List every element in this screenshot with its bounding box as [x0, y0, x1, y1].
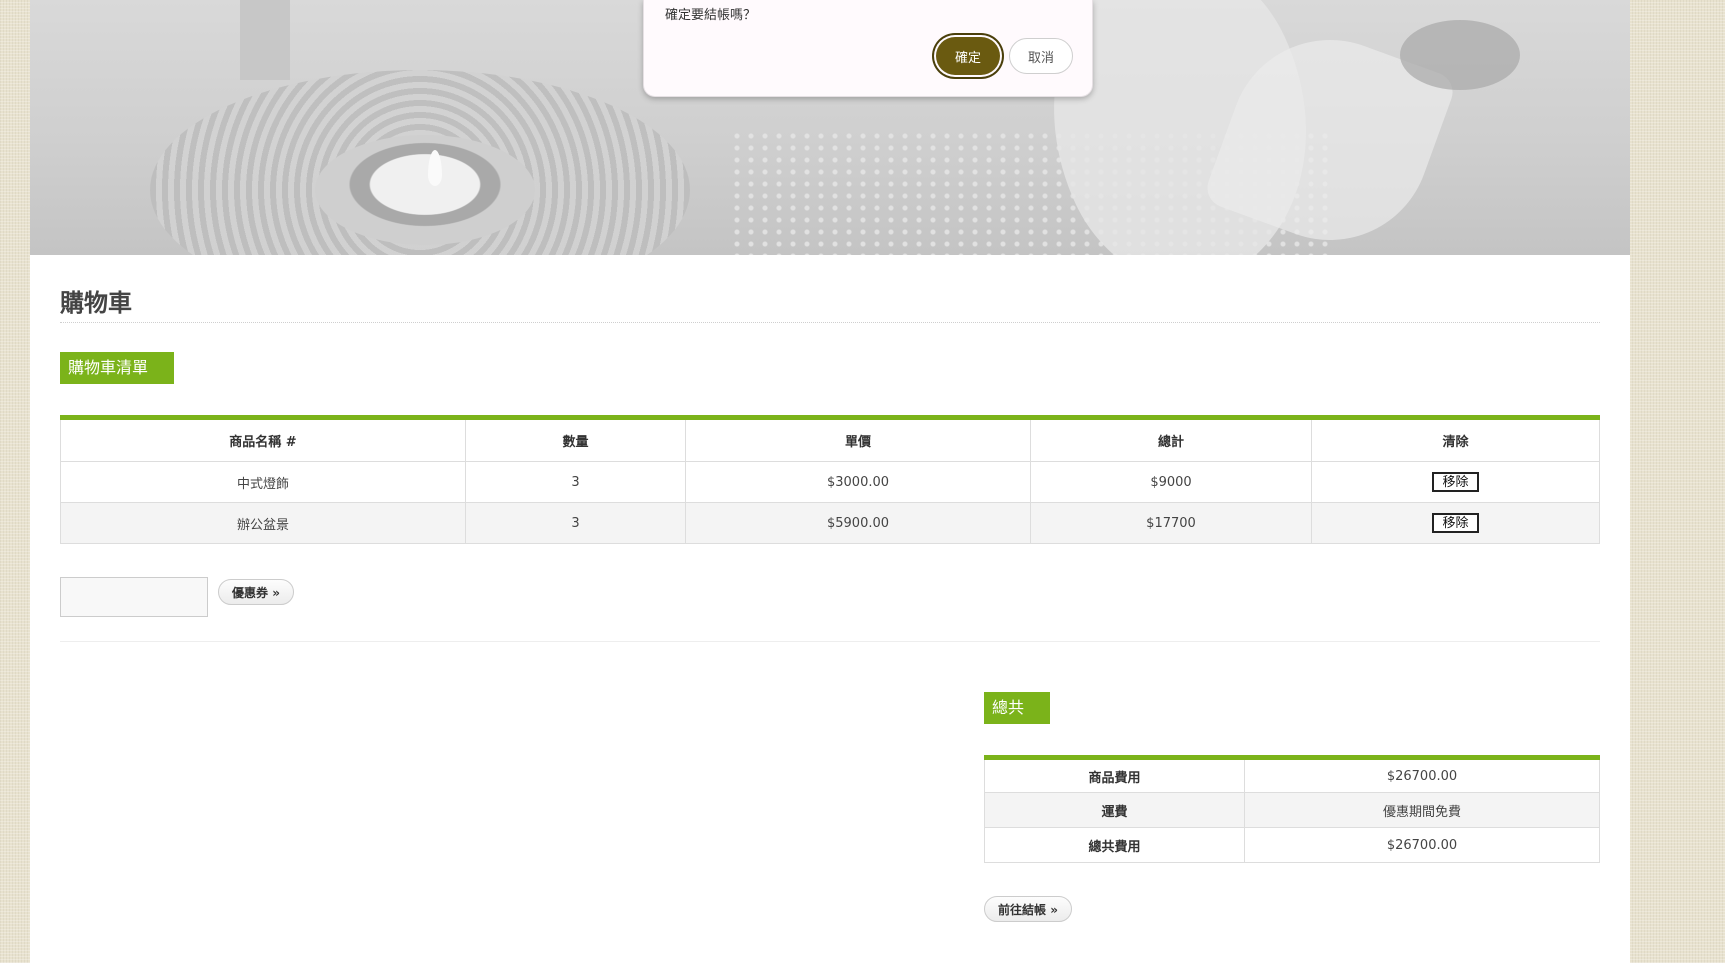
grand-total-value: $26700.00 — [1244, 827, 1600, 863]
cart-table: 商品名稱 # 數量 單價 總計 清除 中式燈飾 3 $3000.00 $9000… — [60, 415, 1600, 544]
product-total: $17700 — [1030, 502, 1312, 544]
product-unit-price: $3000.00 — [685, 461, 1031, 503]
remove-cell: 移除 — [1311, 461, 1600, 503]
product-name: 中式燈飾 — [60, 461, 466, 503]
confirm-dialog: 確定要結帳嗎？ 確定 取消 — [643, 0, 1093, 97]
page-container: 確定要結帳嗎？ 確定 取消 購物車 購物車清單 商品名稱 # 數量 單價 總計 … — [30, 0, 1630, 963]
table-row: 商品費用 $26700.00 — [984, 757, 1600, 793]
section-divider — [60, 641, 1600, 642]
table-row: 辦公盆景 3 $5900.00 $17700 移除 — [60, 502, 1600, 544]
subtotal-label: 商品費用 — [984, 757, 1245, 793]
hero-decoration — [240, 0, 290, 80]
hero-candle-image — [315, 135, 535, 245]
table-row: 運費 優惠期間免費 — [984, 792, 1600, 828]
table-row: 總共費用 $26700.00 — [984, 827, 1600, 863]
page-title: 購物車 — [60, 289, 132, 317]
column-header-total: 總計 — [1030, 417, 1312, 462]
product-qty: 3 — [465, 502, 686, 544]
product-qty: 3 — [465, 461, 686, 503]
title-divider — [60, 322, 1600, 323]
grand-total-label: 總共費用 — [984, 827, 1245, 863]
product-unit-price: $5900.00 — [685, 502, 1031, 544]
shipping-label: 運費 — [984, 792, 1245, 828]
remove-cell: 移除 — [1311, 502, 1600, 544]
remove-button[interactable]: 移除 — [1432, 513, 1479, 533]
checkout-button[interactable]: 前往結帳 » — [984, 896, 1072, 922]
cart-list-ribbon: 購物車清單 — [60, 352, 174, 384]
shipping-value: 優惠期間免費 — [1244, 792, 1600, 828]
total-ribbon: 總共 — [984, 692, 1050, 724]
column-header-name: 商品名稱 # — [60, 417, 466, 462]
coupon-input[interactable] — [60, 577, 208, 617]
totals-table: 商品費用 $26700.00 運費 優惠期間免費 總共費用 $26700.00 — [984, 755, 1600, 863]
table-header-row: 商品名稱 # 數量 單價 總計 清除 — [60, 417, 1600, 462]
subtotal-value: $26700.00 — [1244, 757, 1600, 793]
dialog-message: 確定要結帳嗎？ — [665, 8, 757, 23]
column-header-unit-price: 單價 — [685, 417, 1031, 462]
table-row: 中式燈飾 3 $3000.00 $9000 移除 — [60, 461, 1600, 503]
product-name: 辦公盆景 — [60, 502, 466, 544]
coupon-button[interactable]: 優惠券 » — [218, 579, 294, 605]
column-header-remove: 清除 — [1311, 417, 1600, 462]
confirm-button[interactable]: 確定 — [936, 37, 1000, 75]
cancel-button[interactable]: 取消 — [1009, 38, 1073, 74]
column-header-qty: 數量 — [465, 417, 686, 462]
remove-button[interactable]: 移除 — [1432, 472, 1479, 492]
hero-stone-image — [1400, 20, 1520, 90]
product-total: $9000 — [1030, 461, 1312, 503]
